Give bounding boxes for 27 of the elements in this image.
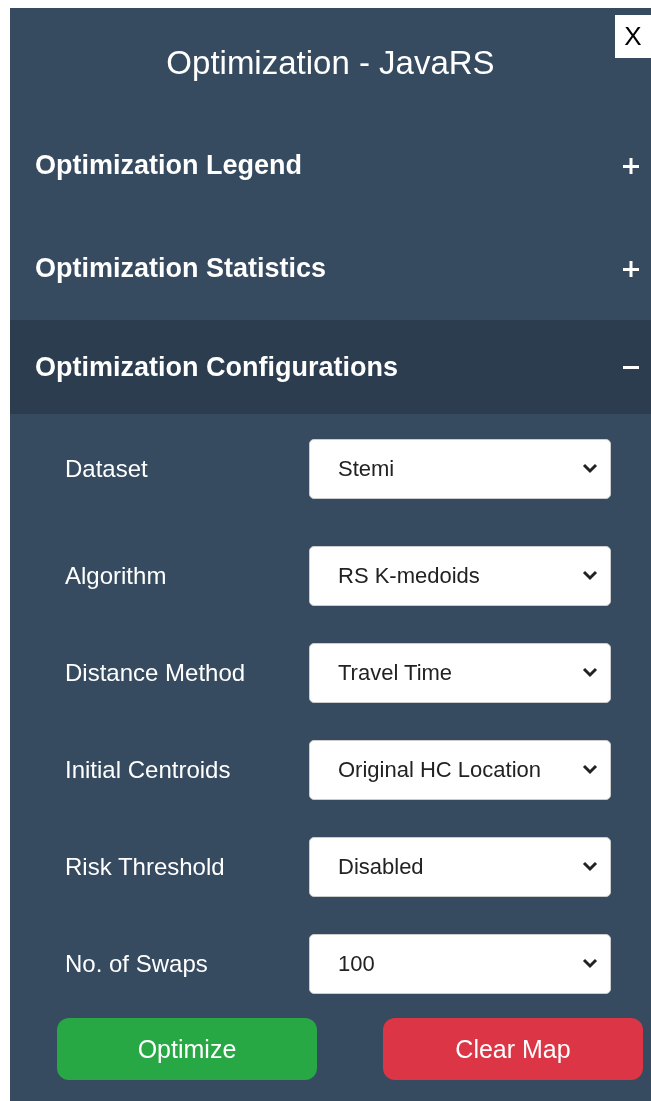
field-label: Distance Method [65, 658, 246, 687]
dropdown[interactable]: Stemi [309, 438, 611, 499]
chevron-down-icon [582, 570, 598, 581]
section-header[interactable]: Optimization Legend [10, 114, 651, 217]
dropdown[interactable]: Travel Time [309, 642, 611, 703]
expand-icon [623, 157, 639, 174]
dropdown[interactable]: Disabled [309, 836, 611, 897]
field-label: Initial Centroids [65, 755, 231, 784]
field-label: Algorithm [65, 561, 167, 590]
chevron-down-icon [582, 764, 598, 775]
section-header[interactable]: Optimization Configurations [10, 320, 651, 414]
field-label: Risk Threshold [65, 852, 225, 881]
close-button[interactable]: X [615, 15, 651, 58]
chevron-down-icon [582, 463, 598, 474]
section-header[interactable]: Optimization Statistics [10, 217, 651, 320]
dropdown[interactable]: RS K-medoids [309, 545, 611, 606]
field-label: No. of Swaps [65, 949, 208, 978]
clear-button[interactable]: Clear Map [383, 1018, 643, 1080]
chevron-down-icon [582, 667, 598, 678]
dropdown[interactable]: 100 [309, 933, 611, 994]
chevron-down-icon [582, 958, 598, 969]
expand-icon [623, 260, 639, 277]
panel-title: Optimization - JavaRS [166, 43, 495, 83]
field-label: Dataset [65, 454, 148, 483]
chevron-down-icon [582, 861, 598, 872]
collapse-icon [623, 365, 639, 369]
dropdown[interactable]: Original HC Location [309, 739, 611, 800]
